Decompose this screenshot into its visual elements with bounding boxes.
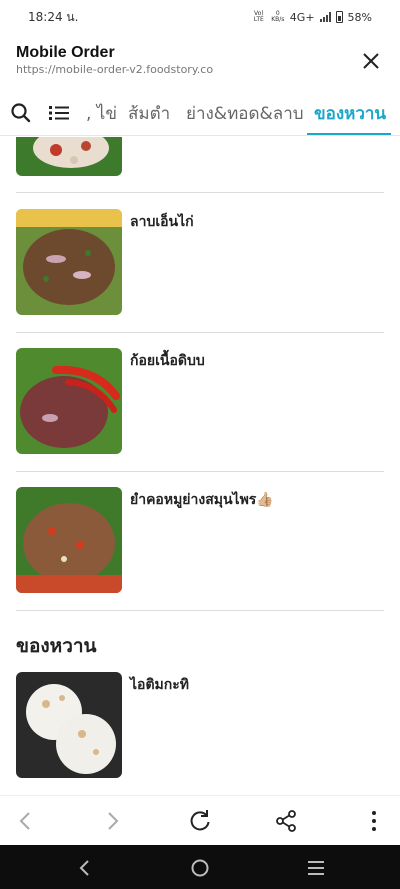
battery-level: 58% <box>347 10 372 24</box>
page-title: Mobile Order <box>16 44 115 61</box>
nav-home-icon[interactable] <box>189 857 211 879</box>
volte-indicator: Vo) LTE <box>253 10 264 23</box>
data-speed: 0 KB/s <box>271 10 285 23</box>
signal-icon <box>319 12 331 22</box>
category-tabs: , ไข่ ส้มตำ ย่าง&ทอด&ลาบ ของหวาน <box>0 90 400 136</box>
list-item[interactable]: ลาบเอ็นไก่ <box>0 209 400 315</box>
divider <box>16 610 384 611</box>
status-time: 18:24 น. <box>28 9 79 24</box>
list-item[interactable]: ไอติมกะทิ <box>0 672 400 778</box>
tab-egg[interactable]: , ไข่ <box>86 100 117 127</box>
item-name: ยำคอหมูย่างสมุนไพร👍🏼 <box>130 492 274 508</box>
active-tab-indicator <box>307 133 391 135</box>
browser-toolbar <box>0 795 400 845</box>
battery-icon <box>335 11 343 23</box>
list-item[interactable]: ก้อยเนื้อดิบบ <box>0 348 400 454</box>
item-name: ไอติมกะทิ <box>130 677 189 693</box>
page-url: https://mobile-order-v2.foodstory.co <box>16 63 214 76</box>
search-icon[interactable] <box>10 102 32 124</box>
food-image <box>16 209 122 315</box>
tab-dessert[interactable]: ของหวาน <box>314 100 386 127</box>
list-item[interactable]: ยำคอหมูย่างสมุนไพร👍🏼 <box>0 487 400 593</box>
status-indicators: Vo) LTE 0 KB/s 4G+ 58% <box>252 11 372 24</box>
nav-back-icon[interactable] <box>74 857 96 879</box>
system-navigation-bar <box>0 845 400 889</box>
browser-header: Mobile Order https://mobile-order-v2.foo… <box>0 34 400 86</box>
divider <box>16 332 384 333</box>
more-icon[interactable] <box>361 808 387 834</box>
section-title-dessert: ของหวาน <box>16 635 97 657</box>
divider <box>16 192 384 193</box>
share-icon[interactable] <box>273 808 299 834</box>
status-bar: 18:24 น. Vo) LTE 0 KB/s 4G+ 58% <box>0 0 400 34</box>
food-image <box>16 137 122 176</box>
reload-icon[interactable] <box>187 808 213 834</box>
list-icon[interactable] <box>48 102 70 124</box>
tab-somtam[interactable]: ส้มตำ <box>128 100 170 127</box>
network-type: 4G+ <box>289 10 315 24</box>
divider <box>16 471 384 472</box>
nav-recents-icon[interactable] <box>305 857 327 879</box>
food-image <box>16 348 122 454</box>
mobile-order-page: 18:24 น. Vo) LTE 0 KB/s 4G+ 58% Mobile O… <box>0 0 400 889</box>
item-name: ก้อยเนื้อดิบบ <box>130 353 205 369</box>
food-image <box>16 487 122 593</box>
menu-list: ลาบเอ็นไก่ ก้อยเนื้อดิบบ ยำคอหมูย่างสมุน… <box>0 137 400 795</box>
back-icon[interactable] <box>13 808 39 834</box>
food-image <box>16 672 122 778</box>
tab-grilled-fried-larb[interactable]: ย่าง&ทอด&ลาบ <box>186 100 304 127</box>
item-name: ลาบเอ็นไก่ <box>130 214 194 230</box>
forward-icon[interactable] <box>99 808 125 834</box>
close-icon[interactable] <box>360 50 382 72</box>
